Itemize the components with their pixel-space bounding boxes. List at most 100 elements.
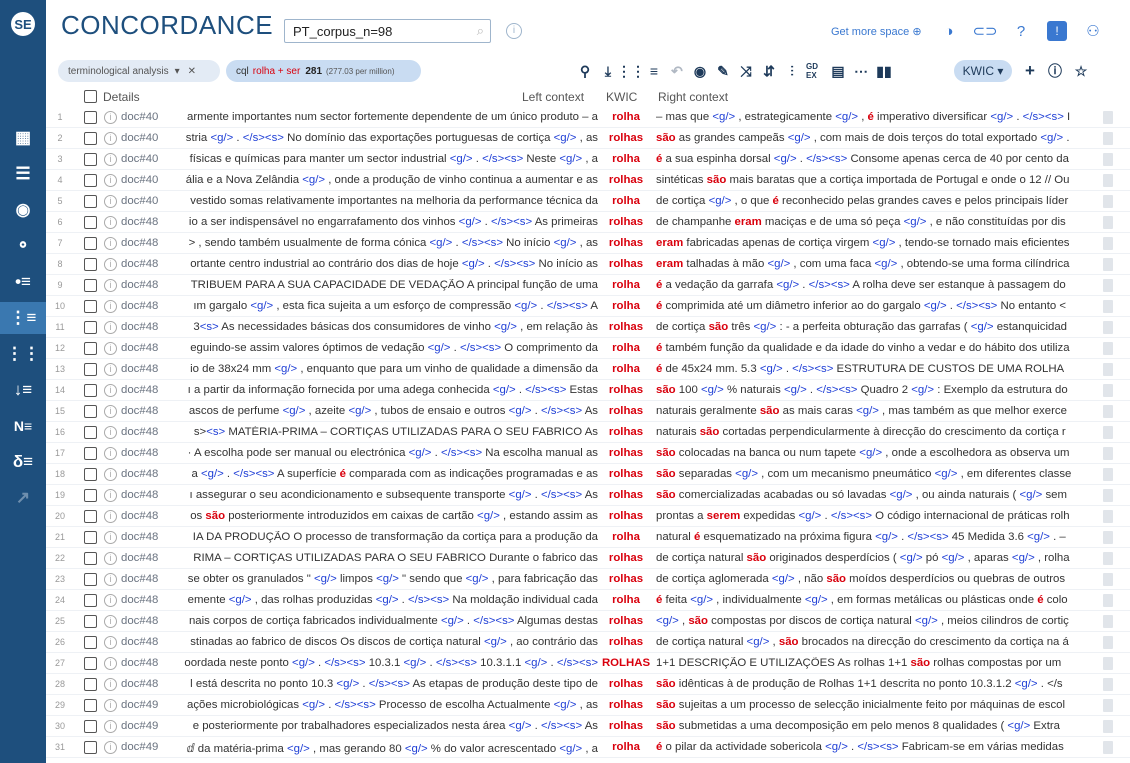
shuffle-icon[interactable]: ⤨ [737, 62, 755, 80]
kwic-keyword[interactable]: rolhas [601, 615, 651, 627]
kwic-keyword[interactable]: rolhas [601, 237, 651, 249]
view-mode-select[interactable]: KWIC ▾ [954, 60, 1012, 82]
table-row[interactable]: 21 i doc#48 IA DA PRODUÇÃO O processo de tr… [46, 527, 1130, 548]
info-icon[interactable]: i [104, 405, 117, 418]
info-icon[interactable]: i [506, 23, 522, 39]
user-icon[interactable]: ⚇ [1083, 21, 1103, 41]
table-row[interactable]: 20 i doc#48 os são posteriormente introduzi… [46, 506, 1130, 527]
table-row[interactable]: 28 i doc#48 l está descrita no ponto 10.3 <… [46, 674, 1130, 695]
undo-icon[interactable]: ↶ [668, 62, 686, 80]
row-checkbox[interactable] [84, 552, 97, 565]
doc-id[interactable]: doc#48 [121, 636, 158, 648]
kwic-keyword[interactable]: rolhas [601, 468, 651, 480]
table-row[interactable]: 30 i doc#49 e posteriormente por trabalhado… [46, 716, 1130, 737]
table-row[interactable]: 27 i doc#48 oordada neste ponto <g/> . </s>… [46, 653, 1130, 674]
lines-icon[interactable]: ≡ [645, 62, 663, 80]
info-icon[interactable]: i [104, 594, 117, 607]
row-checkbox[interactable] [84, 615, 97, 628]
feedback-icon[interactable]: ! [1047, 21, 1067, 41]
row-checkbox[interactable] [84, 237, 97, 250]
row-checkbox[interactable] [84, 363, 97, 376]
kwic-keyword[interactable]: rolhas [601, 699, 651, 711]
chart-icon[interactable]: ▮▮ [875, 62, 893, 80]
search-icon[interactable]: ⚲ [576, 62, 594, 80]
row-checkbox[interactable] [84, 111, 97, 124]
row-checkbox[interactable] [84, 531, 97, 544]
kwic-keyword[interactable]: rolha [601, 531, 651, 543]
doc-id[interactable]: doc#48 [121, 573, 158, 585]
kwic-keyword[interactable]: rolhas [601, 489, 651, 501]
table-row[interactable]: 1 i doc#40 armente importantes num sector f… [46, 107, 1130, 128]
star-icon[interactable]: ☆ [1072, 62, 1090, 80]
doc-id[interactable]: doc#48 [121, 279, 158, 291]
info-icon[interactable]: i [104, 174, 117, 187]
info-icon[interactable]: i [104, 237, 117, 250]
row-checkbox[interactable] [84, 279, 97, 292]
table-row[interactable]: 17 i doc#48 · A escolha pode ser manual ou … [46, 443, 1130, 464]
table-row[interactable]: 25 i doc#48 nais corpos de cortiça fabricad… [46, 611, 1130, 632]
add-icon[interactable]: + [1021, 61, 1039, 80]
row-checkbox[interactable] [84, 720, 97, 733]
collocation-icon[interactable]: δ≡ [0, 446, 46, 478]
more-icon[interactable]: ⋯ [852, 62, 870, 80]
kwic-keyword[interactable]: rolhas [601, 447, 651, 459]
kwic-keyword[interactable]: rolha [601, 363, 651, 375]
doc-id[interactable]: doc#48 [121, 615, 158, 627]
copy-icon[interactable] [1103, 489, 1113, 502]
row-checkbox[interactable] [84, 153, 97, 166]
kwic-keyword[interactable]: rolha [601, 342, 651, 354]
grid-icon[interactable]: ⋮⋮ [617, 62, 645, 80]
info-icon[interactable]: i [104, 615, 117, 628]
table-row[interactable]: 13 i doc#48 io de 38x24 mm <g/> , enquanto … [46, 359, 1130, 380]
query-chip[interactable]: cql rolha + ser 281 (277.03 per million) [226, 60, 421, 82]
trends-icon[interactable]: ↗ [0, 482, 46, 514]
copy-icon[interactable] [1103, 573, 1113, 586]
copy-icon[interactable] [1103, 678, 1113, 691]
doc-id[interactable]: doc#49 [121, 699, 158, 711]
kwic-keyword[interactable]: rolhas [601, 258, 651, 270]
table-row[interactable]: 18 i doc#48 a <g/> . </s><s> A superfície é… [46, 464, 1130, 485]
row-checkbox[interactable] [84, 594, 97, 607]
table-row[interactable]: 2 i doc#40 stria <g/> . </s><s> No domínio … [46, 128, 1130, 149]
list-icon[interactable]: ☰ [0, 158, 46, 190]
doc-id[interactable]: doc#48 [121, 531, 158, 543]
copy-icon[interactable] [1103, 237, 1113, 250]
info-icon[interactable]: i [104, 132, 117, 145]
document-icon[interactable]: ▤ [829, 62, 847, 80]
info-icon[interactable]: i [104, 279, 117, 292]
info-icon[interactable]: i [104, 153, 117, 166]
doc-id[interactable]: doc#48 [121, 321, 158, 333]
doc-id[interactable]: doc#40 [121, 153, 158, 165]
dashboard-icon[interactable]: ▦ [0, 122, 46, 154]
row-checkbox[interactable] [84, 636, 97, 649]
kwic-keyword[interactable]: rolhas [601, 405, 651, 417]
row-checkbox[interactable] [84, 174, 97, 187]
info-icon[interactable]: ⓘ [1046, 62, 1064, 80]
doc-id[interactable]: doc#48 [121, 342, 158, 354]
kwic-keyword[interactable]: rolha [601, 111, 651, 123]
row-checkbox[interactable] [84, 510, 97, 523]
copy-icon[interactable] [1103, 426, 1113, 439]
copy-icon[interactable] [1103, 636, 1113, 649]
wordlist-icon[interactable]: ⚬ [0, 230, 46, 262]
kwic-keyword[interactable]: ROLHAS [601, 657, 651, 669]
info-icon[interactable]: i [104, 573, 117, 586]
doc-id[interactable]: doc#48 [121, 510, 158, 522]
kwic-keyword[interactable]: rolhas [601, 132, 651, 144]
kwic-keyword[interactable]: rolha [601, 300, 651, 312]
info-icon[interactable]: i [104, 636, 117, 649]
info-icon[interactable]: i [104, 195, 117, 208]
info-icon[interactable]: i [104, 510, 117, 523]
info-icon[interactable]: i [104, 657, 117, 670]
kwic-keyword[interactable]: rolha [601, 279, 651, 291]
kwic-keyword[interactable]: rolhas [601, 216, 651, 228]
row-checkbox[interactable] [84, 573, 97, 586]
filter-icon[interactable]: ⫶ [783, 62, 801, 80]
doc-id[interactable]: doc#48 [121, 678, 158, 690]
doc-id[interactable]: doc#48 [121, 552, 158, 564]
kwic-keyword[interactable]: rolhas [601, 174, 651, 186]
table-row[interactable]: 26 i doc#48 stinadas ao fabrico de discos O… [46, 632, 1130, 653]
info-icon[interactable]: i [104, 258, 117, 271]
table-row[interactable]: 31 i doc#49 ⅆ da matéria-prima <g/> , mas g… [46, 737, 1130, 758]
copy-icon[interactable] [1103, 447, 1113, 460]
